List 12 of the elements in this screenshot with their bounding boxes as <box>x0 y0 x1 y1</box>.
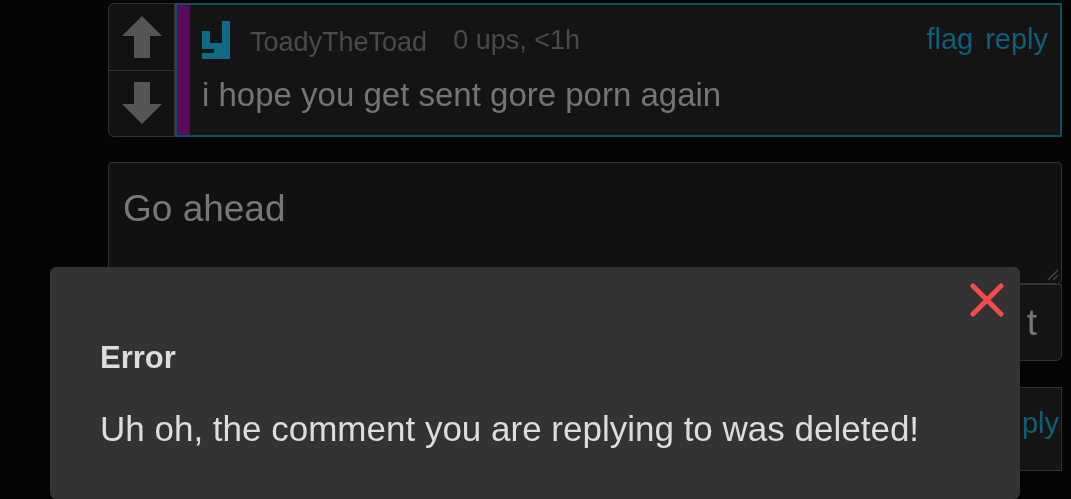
up-arrow-icon <box>121 15 162 58</box>
comment-action-link[interactable]: reply <box>985 18 1048 62</box>
dialog-message: Uh oh, the comment you are replying to was deleted! <box>100 408 921 450</box>
close-icon <box>970 283 1004 317</box>
close-button[interactable] <box>968 281 1006 319</box>
down-arrow-icon <box>121 82 162 125</box>
resize-grip-icon <box>1047 269 1059 281</box>
dialog-title: Error <box>100 339 177 377</box>
placeholder-text: Go ahead <box>123 188 286 229</box>
comment-action-link[interactable]: flag <box>926 18 974 62</box>
partial-action-link[interactable]: ply <box>1021 402 1059 442</box>
comment-text: i hope you get sent gore porn again <box>202 75 723 115</box>
